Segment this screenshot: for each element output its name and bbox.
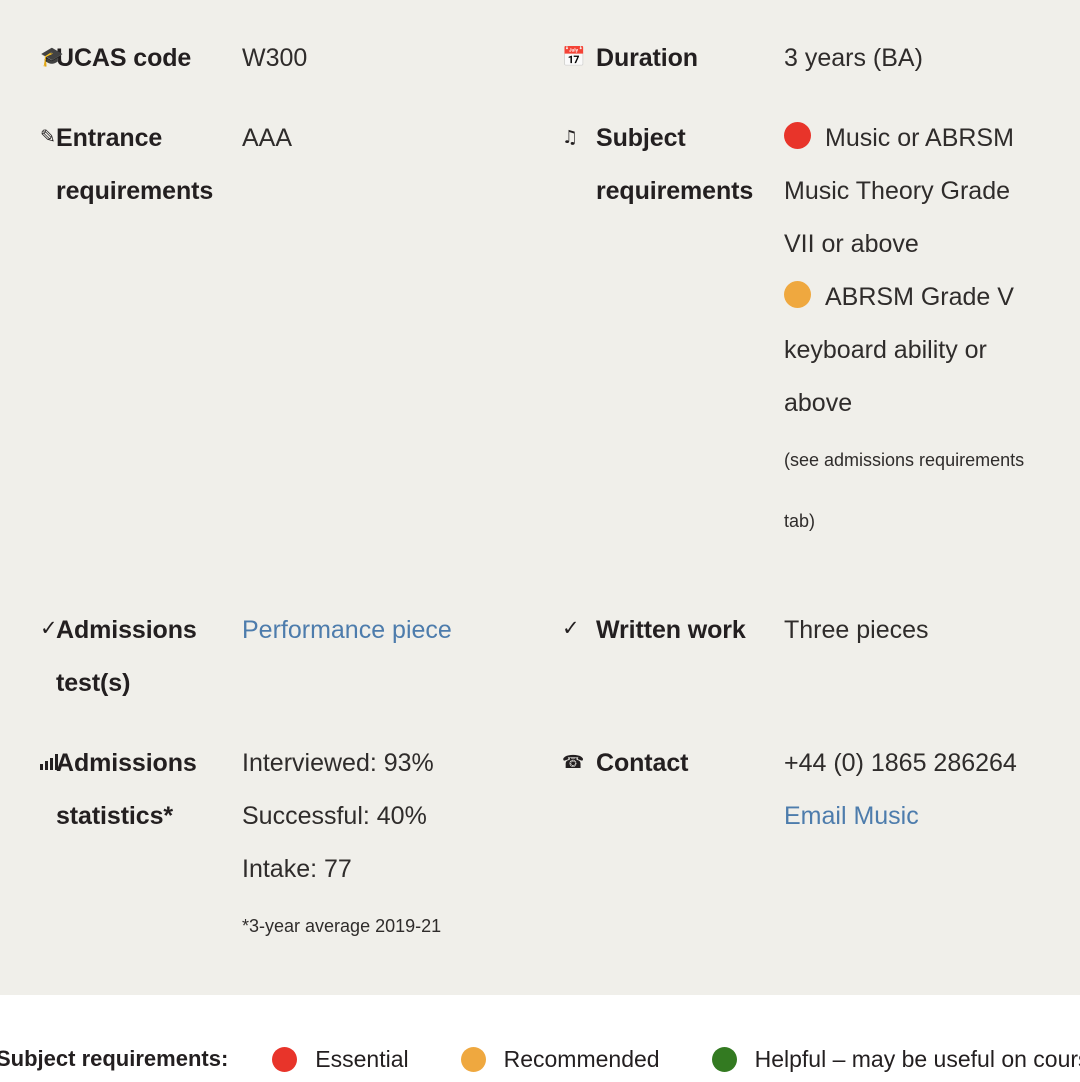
essential-dot-icon xyxy=(272,1046,298,1072)
subject-requirement-recommended-text: ABRSM Grade V keyboard ability or above xyxy=(784,283,1014,417)
admissions-test-value: Performance piece xyxy=(242,604,540,657)
subject-requirement-recommended: ABRSM Grade V keyboard ability or above xyxy=(784,271,1046,430)
admissions-statistics-successful: Successful: 40% xyxy=(242,802,427,830)
telephone-icon: ☎ xyxy=(562,752,585,773)
subject-requirements-value: Music or ABRSM Music Theory Grade VII or… xyxy=(784,112,1046,552)
ucas-code-label: UCAS code xyxy=(56,44,192,72)
legend-item-recommended: Recommended xyxy=(460,1045,660,1073)
legend-item-helpful-label: Helpful – may be useful on course xyxy=(754,1045,1080,1072)
recommended-dot-icon xyxy=(460,1046,486,1072)
entrance-requirements-label: Entrance requirements xyxy=(56,124,214,205)
ucas-code-value: W300 xyxy=(242,44,308,72)
legend-item-helpful: Helpful – may be useful on course xyxy=(711,1045,1080,1073)
fact-row-ucas-code: 🎓 UCAS code W300 xyxy=(0,32,540,85)
fact-row-entrance-requirements: ✎ Entrance requirements AAA xyxy=(0,112,540,218)
admissions-statistics-intake: Intake: 77 xyxy=(242,855,352,883)
fact-row-admissions-test: ✓ Admissions test(s) Performance piece xyxy=(0,604,540,710)
recommended-dot-icon xyxy=(784,281,811,308)
fact-row-admissions-statistics: Admissions statistics* Interviewed: 93% … xyxy=(0,737,540,957)
check-icon: ✓ xyxy=(40,616,58,640)
contact-phone: +44 (0) 1865 286264 xyxy=(784,749,1017,777)
subject-requirement-essential-text: Music or ABRSM Music Theory Grade VII or… xyxy=(784,124,1014,258)
duration-label: Duration xyxy=(596,44,698,72)
contact-email-line: Email Music xyxy=(784,790,1080,843)
written-work-label: Written work xyxy=(596,616,746,644)
email-music-link[interactable]: Email Music xyxy=(784,802,919,830)
entrance-requirements-value: AAA xyxy=(242,124,293,152)
written-work-value: Three pieces xyxy=(784,616,929,644)
legend-title: Subject requirements: xyxy=(0,1046,229,1071)
subject-requirements-note: (see admissions requirements tab) xyxy=(784,450,1025,531)
admissions-statistics-label: Admissions statistics* xyxy=(56,749,197,830)
contact-label: Contact xyxy=(596,749,689,777)
performance-piece-link[interactable]: Performance piece xyxy=(242,616,452,644)
essential-dot-icon xyxy=(784,122,811,149)
admissions-statistics-value: Interviewed: 93% Successful: 40% Intake:… xyxy=(242,737,540,957)
legend-item-essential-label: Essential xyxy=(315,1045,409,1072)
legend-item-recommended-label: Recommended xyxy=(503,1045,660,1072)
subject-requirements-legend: Subject requirements: Essential Recommen… xyxy=(0,1036,1080,1082)
check-icon: ✓ xyxy=(562,616,580,640)
fact-row-duration: 📅 Duration 3 years (BA) xyxy=(540,32,1080,85)
fact-row-subject-requirements: ♫ Subject requirements Music or ABRSM Mu… xyxy=(540,112,1080,552)
admissions-test-label: Admissions test(s) xyxy=(56,616,197,697)
fact-row-contact: ☎ Contact +44 (0) 1865 286264 Email Musi… xyxy=(540,737,1080,843)
music-note-icon: ♫ xyxy=(562,127,579,148)
subject-requirement-essential: Music or ABRSM Music Theory Grade VII or… xyxy=(784,112,1046,271)
fact-row-written-work: ✓ Written work Three pieces xyxy=(540,604,1080,657)
legend-item-essential: Essential xyxy=(272,1045,409,1073)
calendar-icon: 📅 xyxy=(562,46,586,68)
contact-value: +44 (0) 1865 286264 Email Music xyxy=(784,737,1080,843)
duration-value: 3 years (BA) xyxy=(784,44,923,72)
subject-requirements-label: Subject requirements xyxy=(596,124,754,205)
admissions-statistics-interviewed: Interviewed: 93% xyxy=(242,749,434,777)
graduation-cap-icon: 🎓 xyxy=(40,46,64,68)
bar-chart-icon xyxy=(0,737,58,781)
admissions-statistics-footnote: *3-year average 2019-21 xyxy=(242,916,442,936)
pencil-icon: ✎ xyxy=(40,126,56,148)
helpful-dot-icon xyxy=(711,1046,737,1072)
